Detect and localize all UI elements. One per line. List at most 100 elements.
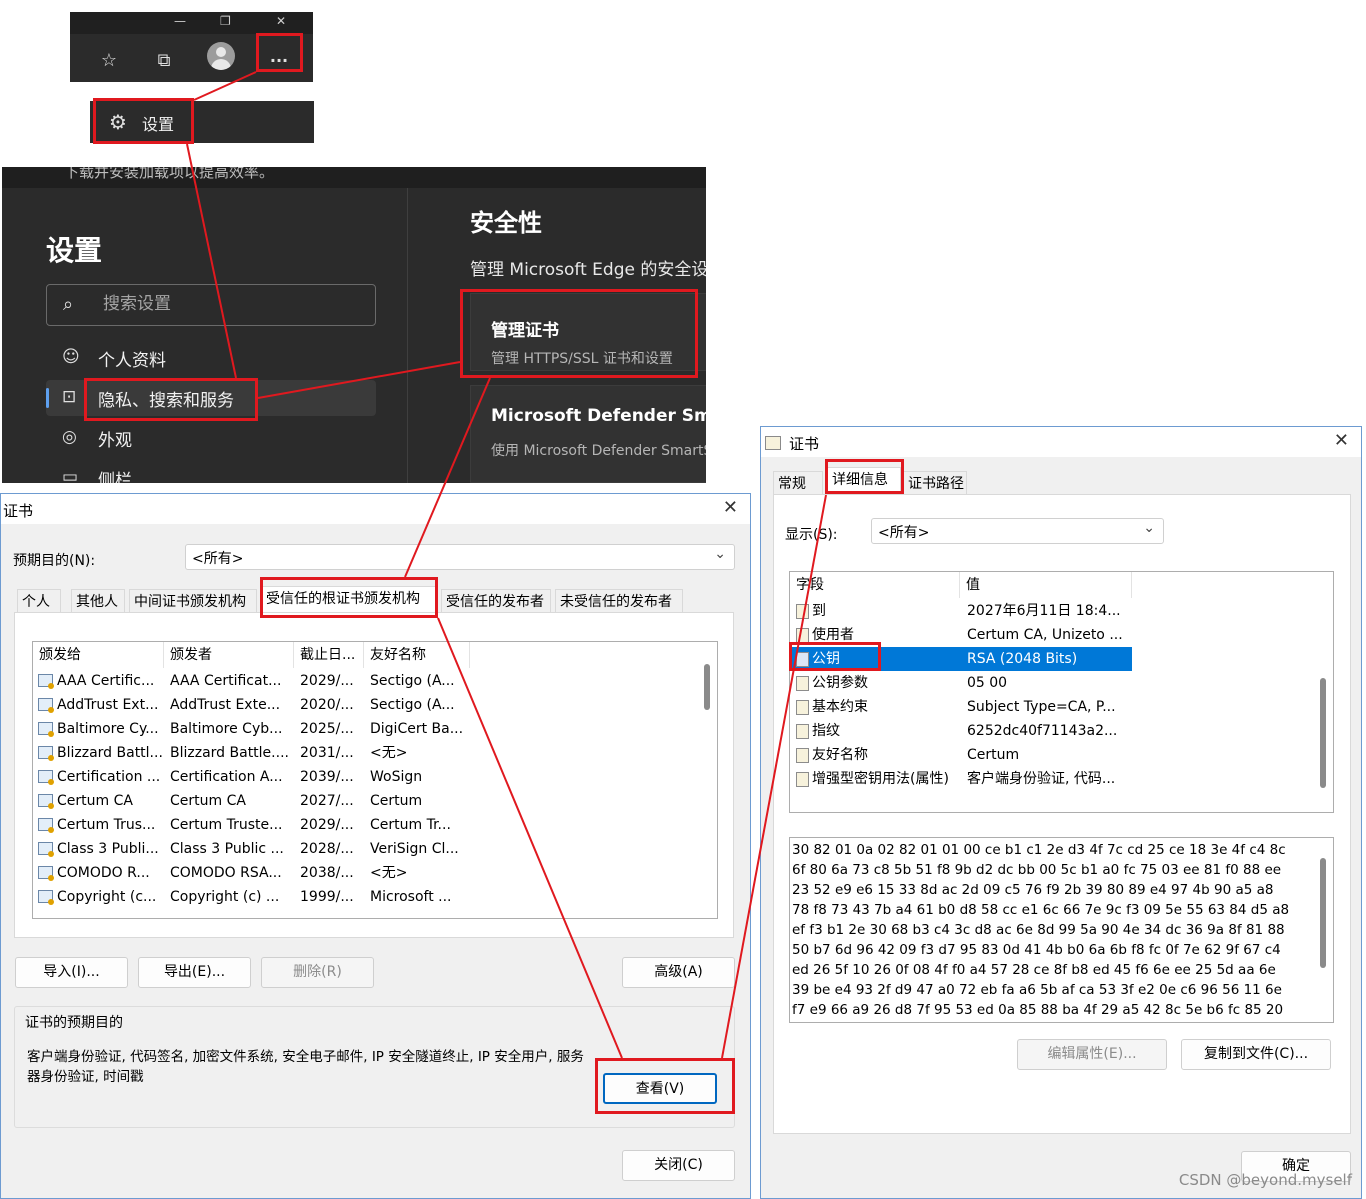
- tab-details[interactable]: 详细信息: [827, 467, 901, 495]
- copy-to-file-button[interactable]: 复制到文件(C)...: [1181, 1039, 1331, 1070]
- table-row[interactable]: COMODO R... COMODO RSA... 2038/... <无>: [33, 861, 717, 885]
- top-banner-text: 下载并安装加载项以提高效率。: [64, 167, 275, 181]
- column-header-expiry[interactable]: 截止日...: [294, 642, 364, 668]
- hex-line: 6f 80 6a 73 c8 5b 51 f8 9b d2 dc bb 00 5…: [792, 862, 1282, 878]
- field-row[interactable]: 指纹 6252dc40f71143a2...: [790, 719, 1333, 743]
- sidebar-item-sidebar[interactable]: ▭ 侧栏: [46, 460, 376, 483]
- more-icon[interactable]: ···: [262, 44, 296, 78]
- tab-certification-path[interactable]: 证书路径: [903, 471, 967, 495]
- close-icon[interactable]: ✕: [723, 497, 738, 518]
- show-select-value: <所有>: [878, 525, 930, 541]
- menu-item-settings[interactable]: ⚙ 设置: [90, 101, 314, 143]
- table-row[interactable]: Class 3 Publi... Class 3 Public ... 2028/.…: [33, 837, 717, 861]
- tab-untrusted-publishers[interactable]: 未受信任的发布者: [555, 589, 683, 613]
- table-cell: AAA Certificat...: [170, 673, 282, 689]
- sidebar-item-privacy[interactable]: ⊡ 隐私、搜索和服务: [46, 380, 376, 416]
- collections-icon[interactable]: ⧉: [147, 44, 181, 78]
- table-cell: Certum: [370, 793, 423, 809]
- search-box[interactable]: ⌕: [46, 284, 376, 326]
- field-list[interactable]: 字段 值 到 2027年6月11日 18:4... 使用者 Certum CA, Un…: [789, 571, 1334, 813]
- view-button[interactable]: 查看(V): [603, 1073, 717, 1104]
- favorites-icon[interactable]: ☆: [92, 44, 126, 78]
- dialog-title: 证书: [789, 435, 820, 453]
- table-cell: WoSign: [370, 769, 423, 785]
- profile-icon[interactable]: [207, 42, 235, 70]
- maximize-icon[interactable]: ❐: [220, 14, 231, 28]
- field-row[interactable]: 到 2027年6月11日 18:4...: [790, 599, 1333, 623]
- purpose-select-value: <所有>: [192, 551, 244, 567]
- table-cell: Baltimore Cy...: [57, 721, 159, 737]
- hex-lines: 30 82 01 0a 02 82 01 01 00 ce b1 c1 2e d…: [792, 840, 1289, 1020]
- show-select[interactable]: <所有> ⌄: [871, 518, 1164, 544]
- advanced-button[interactable]: 高级(A): [622, 957, 735, 988]
- certificate-icon: [38, 746, 54, 761]
- table-row[interactable]: Baltimore Cy... Baltimore Cyb... 2025/... D…: [33, 717, 717, 741]
- section-subtitle: 管理 Microsoft Edge 的安全设置: [470, 260, 706, 280]
- table-cell: 2029/...: [300, 673, 354, 689]
- hex-line: 78 f8 73 43 7b a4 61 b0 d8 58 cc e1 6c 6…: [792, 902, 1290, 918]
- remove-button[interactable]: 删除(R): [261, 957, 374, 988]
- scrollbar[interactable]: [1320, 858, 1326, 968]
- tab-other-people[interactable]: 其他人: [71, 589, 125, 613]
- tab-intermediate-ca[interactable]: 中间证书颁发机构: [129, 589, 257, 613]
- minimize-icon[interactable]: —: [174, 14, 186, 28]
- tab-general[interactable]: 常规: [773, 471, 823, 495]
- certificate-icon: [765, 436, 781, 450]
- field-row[interactable]: 友好名称 Certum: [790, 743, 1333, 767]
- close-button[interactable]: 关闭(C): [622, 1150, 735, 1181]
- manage-certificates-card[interactable]: 管理证书 管理 HTTPS/SSL 证书和设置: [470, 293, 706, 371]
- scrollbar[interactable]: [1320, 678, 1326, 788]
- field-value: Subject Type=CA, P...: [967, 699, 1116, 715]
- column-header-friendly-name[interactable]: 友好名称: [364, 642, 470, 668]
- purpose-select[interactable]: <所有> ⌄: [185, 544, 735, 570]
- field-row[interactable]: 基本约束 Subject Type=CA, P...: [790, 695, 1333, 719]
- certificate-icon: [38, 770, 54, 785]
- hex-line: ed 26 5f 10 26 0f 08 4f f0 a4 57 28 ce 8…: [792, 962, 1276, 978]
- table-cell: 2025/...: [300, 721, 354, 737]
- field-row[interactable]: 使用者 Certum CA, Unizeto ...: [790, 623, 1333, 647]
- search-input[interactable]: [103, 294, 353, 314]
- table-cell: Certum CA: [170, 793, 246, 809]
- sidebar-item-label: 外观: [98, 431, 132, 451]
- scrollbar[interactable]: [704, 664, 710, 710]
- smartscreen-card[interactable]: Microsoft Defender SmartScreen 使用 Micros…: [470, 385, 706, 483]
- close-icon[interactable]: ✕: [1334, 430, 1349, 451]
- close-icon[interactable]: ✕: [276, 14, 286, 28]
- table-row[interactable]: Certum CA Certum CA 2027/... Certum: [33, 789, 717, 813]
- table-cell: <无>: [370, 745, 408, 761]
- table-cell: Sectigo (A...: [370, 697, 455, 713]
- table-cell: Certum Tr...: [370, 817, 451, 833]
- tab-trusted-root-ca[interactable]: 受信任的根证书颁发机构: [261, 586, 437, 613]
- edge-titlebar: — ❐ ✕: [70, 12, 313, 34]
- edit-properties-button[interactable]: 编辑属性(E)...: [1017, 1039, 1167, 1070]
- export-button[interactable]: 导出(E)...: [138, 957, 251, 988]
- table-row[interactable]: AddTrust Ext... AddTrust Exte... 2020/... S…: [33, 693, 717, 717]
- table-row[interactable]: Blizzard Battl... Blizzard Battle.... 2031…: [33, 741, 717, 765]
- column-header-issued-to[interactable]: 颁发给: [33, 642, 164, 668]
- table-cell: Certum CA: [57, 793, 133, 809]
- field-name: 使用者: [812, 627, 854, 643]
- table-row[interactable]: Certum Trus... Certum Truste... 2029/... Ce…: [33, 813, 717, 837]
- certificate-icon: [38, 698, 54, 713]
- column-header-issued-by[interactable]: 颁发者: [164, 642, 294, 668]
- field-row[interactable]: 增强型密钥用法(属性) 客户端身份验证, 代码...: [790, 767, 1333, 791]
- field-row[interactable]: 公钥 RSA (2048 Bits): [790, 647, 1132, 671]
- tab-personal[interactable]: 个人: [17, 589, 61, 613]
- field-value: 2027年6月11日 18:4...: [967, 603, 1121, 619]
- table-cell: AAA Certific...: [57, 673, 155, 689]
- table-row[interactable]: Copyright (c... Copyright (c) ... 1999/...…: [33, 885, 717, 909]
- import-button[interactable]: 导入(I)...: [15, 957, 128, 988]
- table-row[interactable]: Certification ... Certification A... 2039/…: [33, 765, 717, 789]
- field-row[interactable]: 公钥参数 05 00: [790, 671, 1333, 695]
- table-cell: <无>: [370, 865, 408, 881]
- sidebar-item-profile[interactable]: ☺ 个人资料: [46, 340, 376, 376]
- sidebar-item-appearance[interactable]: ◎ 外观: [46, 420, 376, 456]
- tab-trusted-publishers[interactable]: 受信任的发布者: [441, 589, 551, 613]
- field-icon: [796, 676, 809, 691]
- certificate-list[interactable]: 颁发给 颁发者 截止日... 友好名称 AAA Certific... AAA C…: [32, 641, 718, 919]
- column-header-value[interactable]: 值: [960, 572, 1132, 598]
- column-header-field[interactable]: 字段: [790, 572, 960, 598]
- table-cell: Baltimore Cyb...: [170, 721, 283, 737]
- hex-value-box[interactable]: 30 82 01 0a 02 82 01 01 00 ce b1 c1 2e d…: [789, 837, 1334, 1023]
- table-row[interactable]: AAA Certific... AAA Certificat... 2029/...…: [33, 669, 717, 693]
